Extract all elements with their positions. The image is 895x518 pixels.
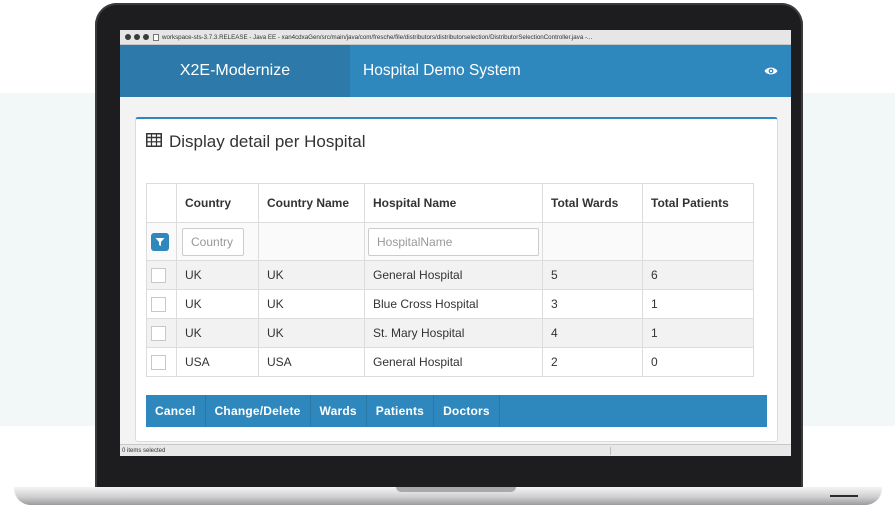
cell-total-wards: 3 bbox=[542, 289, 643, 319]
row-checkbox[interactable] bbox=[151, 267, 166, 283]
hospital-name-filter-input[interactable] bbox=[368, 227, 539, 256]
cell-hospital-name: Blue Cross Hospital bbox=[364, 289, 543, 319]
file-icon bbox=[153, 33, 159, 41]
cell-country-name: UK bbox=[258, 260, 365, 290]
change-delete-button[interactable]: Change/Delete bbox=[206, 395, 311, 427]
cell-total-wards: 2 bbox=[542, 347, 643, 377]
status-bar: 0 items selected bbox=[120, 444, 791, 456]
column-header-total-patients[interactable]: Total Patients bbox=[642, 183, 754, 223]
table-row[interactable]: USA USA General Hospital 2 0 bbox=[146, 347, 754, 377]
cell-total-wards: 5 bbox=[542, 260, 643, 290]
column-header-country[interactable]: Country bbox=[176, 183, 259, 223]
row-select-cell bbox=[146, 318, 177, 348]
cell-country-name: UK bbox=[258, 318, 365, 348]
action-bar: Cancel Change/Delete Wards Patients Doct… bbox=[146, 395, 767, 427]
panel-title: Display detail per Hospital bbox=[169, 132, 366, 151]
cell-total-patients: 1 bbox=[642, 318, 754, 348]
content-area: Display detail per Hospital Country Coun… bbox=[120, 97, 791, 444]
close-dot-icon[interactable] bbox=[125, 34, 131, 40]
table-grid-icon bbox=[146, 132, 162, 152]
cell-country: USA bbox=[176, 347, 259, 377]
column-header-country-name[interactable]: Country Name bbox=[258, 183, 365, 223]
patients-filter-cell bbox=[642, 222, 754, 261]
cancel-button[interactable]: Cancel bbox=[146, 395, 206, 427]
hospital-table: Country Country Name Hospital Name Total… bbox=[146, 183, 754, 377]
app-title: Hospital Demo System bbox=[363, 62, 521, 79]
column-header-total-wards[interactable]: Total Wards bbox=[542, 183, 643, 223]
screen: workspace-sts-3.7.3.RELEASE - Java EE - … bbox=[120, 30, 791, 456]
country-filter-input[interactable] bbox=[182, 227, 244, 256]
cell-country-name: UK bbox=[258, 289, 365, 319]
minimize-dot-icon[interactable] bbox=[134, 34, 140, 40]
row-checkbox[interactable] bbox=[151, 325, 166, 341]
cell-total-patients: 0 bbox=[642, 347, 754, 377]
country-filter-cell bbox=[176, 222, 259, 261]
detail-panel: Display detail per Hospital Country Coun… bbox=[135, 117, 778, 442]
cell-hospital-name: St. Mary Hospital bbox=[364, 318, 543, 348]
cell-total-patients: 1 bbox=[642, 289, 754, 319]
filter-icon[interactable] bbox=[151, 232, 169, 251]
eye-icon[interactable] bbox=[751, 45, 791, 97]
doctors-button[interactable]: Doctors bbox=[434, 395, 500, 427]
cell-total-patients: 6 bbox=[642, 260, 754, 290]
table-row[interactable]: UK UK General Hospital 5 6 bbox=[146, 260, 754, 290]
brand[interactable]: X2E-Modernize bbox=[120, 45, 350, 97]
laptop-notch bbox=[396, 487, 516, 492]
status-separator bbox=[610, 447, 611, 455]
select-column-header bbox=[146, 183, 177, 223]
laptop-indicator bbox=[830, 495, 858, 497]
window-titlebar: workspace-sts-3.7.3.RELEASE - Java EE - … bbox=[120, 30, 791, 45]
table-header-row: Country Country Name Hospital Name Total… bbox=[146, 183, 754, 223]
column-header-hospital-name[interactable]: Hospital Name bbox=[364, 183, 543, 223]
cell-country-name: USA bbox=[258, 347, 365, 377]
window-controls bbox=[125, 34, 149, 40]
table-row[interactable]: UK UK St. Mary Hospital 4 1 bbox=[146, 318, 754, 348]
patients-button[interactable]: Patients bbox=[367, 395, 435, 427]
row-select-cell bbox=[146, 289, 177, 319]
country-name-filter-cell bbox=[258, 222, 365, 261]
status-text: 0 items selected bbox=[122, 447, 166, 454]
window-title: workspace-sts-3.7.3.RELEASE - Java EE - … bbox=[162, 33, 593, 41]
hospital-filter-cell bbox=[364, 222, 543, 261]
cell-hospital-name: General Hospital bbox=[364, 260, 543, 290]
row-select-cell bbox=[146, 347, 177, 377]
navbar: X2E-Modernize Hospital Demo System bbox=[120, 45, 791, 97]
table-row[interactable]: UK UK Blue Cross Hospital 3 1 bbox=[146, 289, 754, 319]
row-select-cell bbox=[146, 260, 177, 290]
cell-country: UK bbox=[176, 318, 259, 348]
wards-button[interactable]: Wards bbox=[311, 395, 367, 427]
cell-total-wards: 4 bbox=[542, 318, 643, 348]
zoom-dot-icon[interactable] bbox=[143, 34, 149, 40]
cell-hospital-name: General Hospital bbox=[364, 347, 543, 377]
filter-row bbox=[146, 222, 754, 261]
wards-filter-cell bbox=[542, 222, 643, 261]
panel-heading: Display detail per Hospital bbox=[146, 132, 366, 152]
cell-country: UK bbox=[176, 260, 259, 290]
row-checkbox[interactable] bbox=[151, 296, 166, 312]
filter-button-cell bbox=[146, 222, 177, 261]
cell-country: UK bbox=[176, 289, 259, 319]
row-checkbox[interactable] bbox=[151, 354, 166, 370]
